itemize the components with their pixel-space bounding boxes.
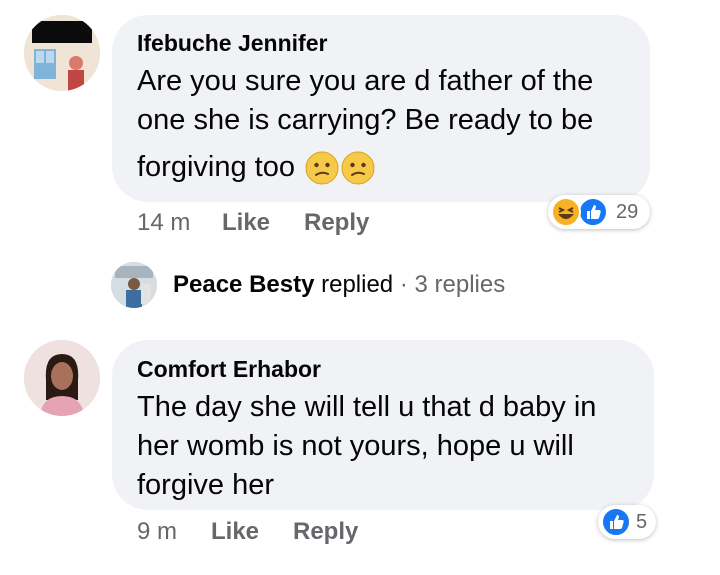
reply-author[interactable]: Peace Besty <box>173 271 314 298</box>
comment-timestamp[interactable]: 14 m <box>137 209 190 237</box>
reaction-count: 29 <box>616 201 639 223</box>
avatar[interactable] <box>24 340 100 416</box>
reply-avatar-photo <box>111 262 157 308</box>
like-button[interactable]: Like <box>222 209 270 237</box>
reaction-summary[interactable]: 5 <box>598 505 656 539</box>
reaction-summary[interactable]: 29 <box>548 195 650 229</box>
comment-line: Are you sure you are d father of the <box>137 65 594 97</box>
comment-line: her womb is not yours, hope u will <box>137 430 574 462</box>
comment-author[interactable]: Ifebuche Jennifer <box>137 30 327 57</box>
avatar-photo <box>24 15 100 91</box>
reply-count[interactable]: 3 replies <box>415 271 506 298</box>
confused-face-icon <box>305 151 339 185</box>
comment-text: The day she will tell u that d baby in h… <box>137 388 647 505</box>
like-button[interactable]: Like <box>211 518 259 546</box>
reaction-count: 5 <box>636 511 648 533</box>
reply-avatar[interactable] <box>111 262 157 308</box>
comment-timestamp[interactable]: 9 m <box>137 518 177 546</box>
like-icon <box>578 197 608 227</box>
reply-action: replied <box>321 271 394 298</box>
reply-button[interactable]: Reply <box>304 209 369 237</box>
laugh-icon <box>551 197 581 227</box>
avatar[interactable] <box>24 15 100 91</box>
comment-text: Are you sure you are d father of the one… <box>137 62 642 187</box>
confused-face-icon <box>341 151 375 185</box>
like-icon <box>601 507 631 537</box>
comment-author[interactable]: Comfort Erhabor <box>137 356 321 383</box>
comment-line: one she is carrying? Be ready to be <box>137 104 594 136</box>
comment-line: forgiving too <box>137 151 295 183</box>
reply-button[interactable]: Reply <box>293 518 358 546</box>
comment-line: forgive her <box>137 469 275 501</box>
comment-line: The day she will tell u that d baby in <box>137 391 597 423</box>
reply-separator: · <box>399 271 408 298</box>
reply-summary[interactable]: Peace Besty replied · 3 replies <box>173 271 505 299</box>
avatar-photo <box>24 340 100 416</box>
